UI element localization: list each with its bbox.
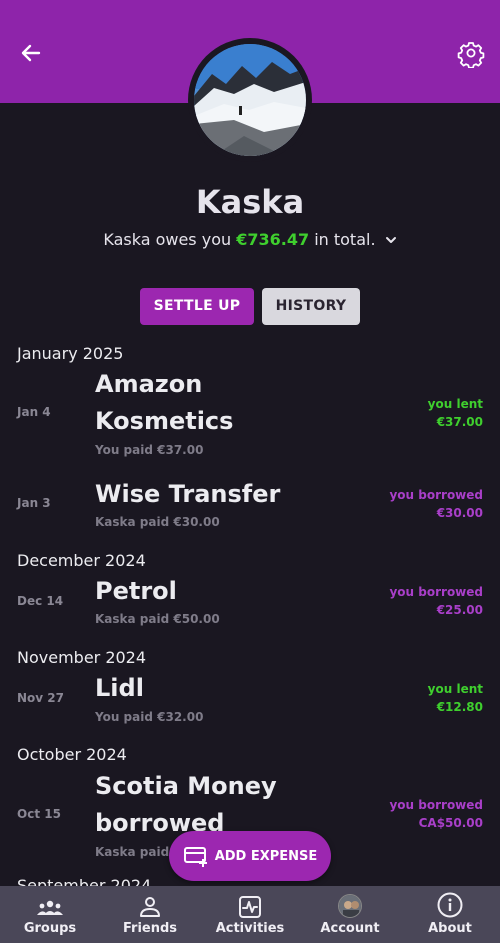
expense-paid-by: Kaska paid <box>95 845 170 859</box>
expense-status-label: you borrowed <box>389 488 483 502</box>
nav-account[interactable]: Account <box>300 886 400 943</box>
expense-date: Jan 3 <box>17 496 51 510</box>
expense-title-line1: Scotia Money <box>95 772 277 800</box>
nav-about[interactable]: About <box>400 886 500 943</box>
expense-status-label: you lent <box>427 397 483 411</box>
expense-status: you lent €37.00 <box>428 395 483 431</box>
expense-status-label: you lent <box>427 682 483 696</box>
expense-status-label: you borrowed <box>389 585 483 599</box>
nav-label: About <box>428 921 472 936</box>
arrow-left-icon <box>21 44 41 62</box>
person-icon <box>140 897 160 917</box>
summary-prefix: Kaska owes you <box>103 230 232 249</box>
expense-status: you borrowed €25.00 <box>389 583 483 619</box>
account-avatar <box>338 894 362 918</box>
profile-avatar <box>194 44 306 156</box>
month-header-december-2024: December 2024 <box>17 551 146 570</box>
expense-title: Lidl <box>95 674 144 702</box>
expense-status-label: you borrowed <box>389 798 483 812</box>
activity-icon <box>239 896 261 918</box>
back-button[interactable] <box>16 38 46 68</box>
month-header-november-2024: November 2024 <box>17 648 147 667</box>
expense-title: Wise Transfer <box>95 480 281 508</box>
expense-paid-by: You paid €37.00 <box>95 443 204 457</box>
expense-status-amount: CA$50.00 <box>418 816 483 830</box>
expense-title-line1: Amazon <box>95 370 203 398</box>
summary-amount: €736.47 <box>236 230 310 249</box>
nav-label: Account <box>320 921 380 936</box>
friend-name: Kaska <box>195 183 305 221</box>
nav-groups[interactable]: Groups <box>0 886 100 943</box>
add-expense-label: ADD EXPENSE <box>214 848 318 864</box>
settings-button[interactable] <box>456 38 486 69</box>
chevron-down-icon <box>385 231 397 250</box>
month-header-january-2025: January 2025 <box>17 344 124 363</box>
bottom-navigation: Groups Friends Activities Account About <box>0 886 500 943</box>
expense-date: Jan 4 <box>17 405 51 419</box>
add-expense-button[interactable]: ADD EXPENSE <box>169 831 331 881</box>
expense-status-amount: €12.80 <box>436 700 483 714</box>
expense-status-amount: €25.00 <box>436 603 483 617</box>
summary-suffix: in total. <box>314 230 376 249</box>
expense-status-amount: €37.00 <box>436 415 483 429</box>
history-button[interactable]: HISTORY <box>262 288 360 325</box>
settle-up-button[interactable]: SETTLE UP <box>140 288 254 325</box>
expense-status: you lent €12.80 <box>428 680 483 716</box>
expense-date: Dec 14 <box>17 594 64 608</box>
receipt-add-icon <box>183 847 207 867</box>
nav-label: Friends <box>122 921 178 936</box>
groups-icon <box>37 900 63 915</box>
nav-activities[interactable]: Activities <box>200 886 300 943</box>
gear-icon <box>457 42 485 69</box>
expense-status: you borrowed €30.00 <box>389 486 483 522</box>
month-header-october-2024: October 2024 <box>17 745 127 764</box>
info-icon <box>437 892 463 918</box>
expense-status-amount: €30.00 <box>436 506 483 520</box>
expense-status: you borrowed CA$50.00 <box>389 796 483 832</box>
nav-label: Groups <box>23 921 77 936</box>
profile-avatar-frame <box>188 38 312 162</box>
expense-date: Nov 27 <box>17 691 64 705</box>
expense-paid-by: You paid €32.00 <box>95 710 204 724</box>
nav-friends[interactable]: Friends <box>100 886 200 943</box>
expense-paid-by: Kaska paid €30.00 <box>95 515 220 529</box>
expense-title-line2: Kosmetics <box>95 407 234 435</box>
expense-paid-by: Kaska paid €50.00 <box>95 612 220 626</box>
nav-label: Activities <box>215 921 285 936</box>
expense-date: Oct 15 <box>17 807 61 821</box>
balance-summary[interactable]: Kaska owes you €736.47 in total. <box>0 230 500 250</box>
expense-title: Petrol <box>95 577 177 605</box>
